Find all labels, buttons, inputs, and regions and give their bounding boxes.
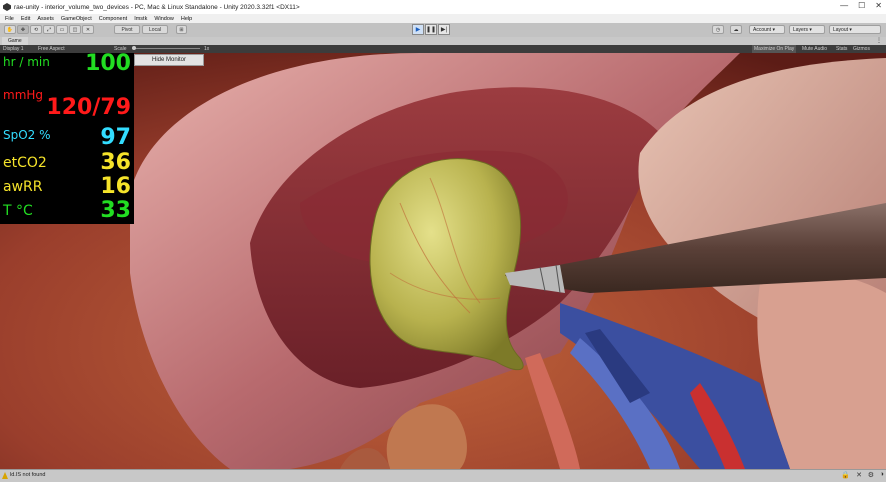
status-message[interactable]: ld.IS not found [10,472,45,478]
vitals-monitor: hr / min 100 mmHg 120/79 SpO2 % 97 etCO2… [0,51,134,224]
maximize-on-play-toggle[interactable]: Maximize On Play [752,45,797,53]
main-toolbar: ✋ ✥ ⟲ ⤢ ▭ ◫ ✕ Pivot Local ⊞ ▶ ❚❚ ▶| ◷ ☁ … [0,23,886,38]
temp-label: T °C [3,203,33,219]
custom-tool-icon[interactable]: ✕ [82,25,94,34]
layout-dropdown[interactable]: Layout ▾ [829,25,881,34]
lock-icon[interactable]: 🔒 [841,471,850,479]
collab-icon[interactable]: ✕ [856,471,862,479]
mute-audio-toggle[interactable]: Mute Audio [802,45,827,53]
temp-value: 33 [100,198,131,223]
hide-monitor-button[interactable]: Hide Monitor [134,54,204,66]
game-options-bar: Display 1 Free Aspect Scale 1x Maximize … [0,45,886,53]
hr-label: hr / min [3,55,50,69]
move-tool-icon[interactable]: ✥ [17,25,29,34]
menu-help[interactable]: Help [181,16,192,22]
pivot-toggle[interactable]: Pivot [114,25,140,34]
menu-gameobject[interactable]: GameObject [61,16,92,22]
cloud-icon[interactable]: ☁ [730,25,742,34]
account-dropdown[interactable]: Account ▾ [749,25,785,34]
game-tab-label: Game [8,38,22,44]
etco2-label: etCO2 [3,155,47,171]
layout-label: Layout [833,26,849,33]
local-label: Local [149,26,161,33]
awrr-label: awRR [3,179,43,195]
awrr-value: 16 [100,174,131,199]
pause-button[interactable]: ❚❚ [425,24,437,35]
menu-window[interactable]: Window [154,16,174,22]
minimize-button[interactable]: — [840,1,848,10]
menu-imstk[interactable]: Imstk [134,16,147,22]
history-icon[interactable]: ◷ [712,25,724,34]
etco2-value: 36 [100,150,131,175]
hand-tool-icon[interactable]: ✋ [4,25,16,34]
bp-value: 120/79 [46,95,131,120]
display-dropdown[interactable]: Display 1 [3,45,24,53]
hide-monitor-label: Hide Monitor [151,57,186,63]
spo2-label: SpO2 % [3,128,51,142]
bp-label: mmHg [3,88,44,102]
maximize-button[interactable]: ☐ [858,1,865,10]
scale-tool-icon[interactable]: ⤢ [43,25,55,34]
local-toggle[interactable]: Local [142,25,168,34]
tab-menu-icon[interactable]: ⋮ [876,37,882,44]
close-button[interactable]: ✕ [875,1,882,10]
snap-icon[interactable]: ⊞ [176,25,187,34]
aspect-dropdown[interactable]: Free Aspect [38,45,65,53]
account-label: Account [753,26,772,33]
menu-component[interactable]: Component [99,16,127,22]
scale-slider[interactable] [132,46,200,50]
rotate-tool-icon[interactable]: ⟲ [30,25,42,34]
rect-tool-icon[interactable]: ▭ [56,25,68,34]
spo2-value: 97 [100,125,131,150]
gizmos-dropdown[interactable]: Gizmos [853,45,870,53]
menu-edit[interactable]: Edit [21,16,30,22]
warning-icon [2,472,8,479]
tab-game[interactable]: Game [2,37,28,45]
status-bar: ld.IS not found 🔒 ✕ ⚙ ◑ [0,469,886,482]
menu-assets[interactable]: Assets [37,16,54,22]
step-button[interactable]: ▶| [438,24,450,35]
scale-slider-handle[interactable] [132,46,136,50]
layers-dropdown[interactable]: Layers ▾ [789,25,825,34]
progress-icon[interactable]: ◑ [880,471,884,478]
settings-icon[interactable]: ⚙ [868,471,874,479]
menu-bar: File Edit Assets GameObject Component Im… [0,14,886,23]
play-button[interactable]: ▶ [412,24,424,35]
unity-logo-icon [3,3,11,11]
transform-tool-icon[interactable]: ◫ [69,25,81,34]
pivot-label: Pivot [121,26,133,33]
window-title: rae-unity - interior_volume_two_devices … [14,3,300,11]
menu-file[interactable]: File [5,16,14,22]
layers-label: Layers [793,26,809,33]
stats-toggle[interactable]: Stats [836,45,847,53]
window-title-bar: rae-unity - interior_volume_two_devices … [0,0,886,15]
scale-value: 1x [204,46,210,52]
hr-value: 100 [85,51,131,76]
